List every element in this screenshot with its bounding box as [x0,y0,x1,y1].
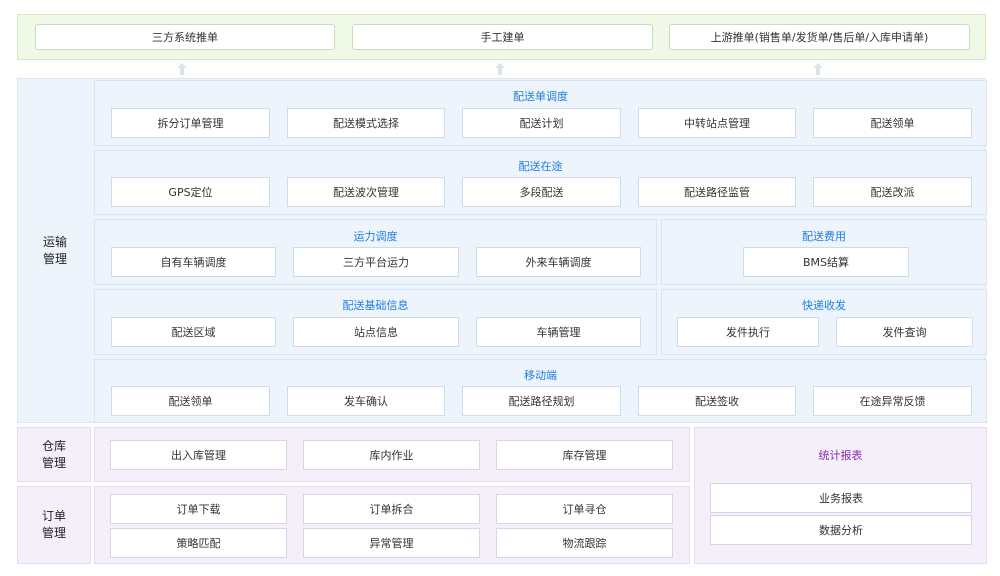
mobile-item[interactable]: 在途异常反馈 [813,386,972,416]
express-title: 快递收发 [802,299,846,312]
capacity-item[interactable]: 三方平台运力 [293,247,459,277]
stats-item[interactable]: 数据分析 [710,515,972,545]
fees-item[interactable]: BMS结算 [743,247,909,277]
basic-info-panel: 配送基础信息 配送区域 站点信息 车辆管理 [94,289,657,355]
dispatch-item[interactable]: 中转站点管理 [638,108,796,138]
source-manual[interactable]: 手工建单 [352,24,653,50]
warehouse-item[interactable]: 库内作业 [303,440,480,470]
capacity-title: 运力调度 [353,230,398,243]
in-transit-item[interactable]: 多段配送 [462,177,621,207]
order-label: 订单 管理 [41,509,66,540]
order-item[interactable]: 订单寻仓 [496,494,673,524]
order-item[interactable]: 订单下载 [110,494,287,524]
in-transit-item[interactable]: 配送波次管理 [287,177,445,207]
in-transit-item[interactable]: 配送路径监管 [638,177,796,207]
mobile-item[interactable]: 配送签收 [638,386,796,416]
in-transit-title: 配送在途 [518,160,563,173]
express-item[interactable]: 发件查询 [836,317,973,347]
basic-info-title: 配送基础信息 [342,299,409,312]
in-transit-item[interactable]: 配送改派 [813,177,972,207]
order-panel: 订单下载 订单拆合 订单寻仓 策略匹配 异常管理 物流跟踪 [94,486,690,564]
basic-info-item[interactable]: 车辆管理 [476,317,641,347]
arrow-up-icon [493,62,507,76]
capacity-panel: 运力调度 自有车辆调度 三方平台运力 外来车辆调度 [94,219,657,285]
express-item[interactable]: 发件执行 [677,317,819,347]
basic-info-item[interactable]: 站点信息 [293,317,459,347]
source-third-party[interactable]: 三方系统推单 [35,24,335,50]
dispatch-item[interactable]: 配送计划 [462,108,621,138]
arrow-up-icon [811,62,825,76]
source-bar: 三方系统推单 手工建单 上游推单(销售单/发货单/售后单/入库申请单) [17,14,986,60]
basic-info-item[interactable]: 配送区域 [111,317,276,347]
arrow-up-icon [175,62,189,76]
dispatch-item[interactable]: 拆分订单管理 [111,108,270,138]
dispatch-title: 配送单调度 [513,90,568,103]
capacity-item[interactable]: 外来车辆调度 [476,247,641,277]
stats-item[interactable]: 业务报表 [710,483,972,513]
stats-title: 统计报表 [818,449,863,462]
in-transit-item[interactable]: GPS定位 [111,177,270,207]
mobile-title: 移动端 [524,369,557,382]
warehouse-panel: 出入库管理 库内作业 库存管理 [94,427,690,482]
mobile-panel: 移动端 配送领单 发车确认 配送路径规划 配送签收 在途异常反馈 [94,359,987,423]
warehouse-label: 仓库 管理 [41,438,66,470]
order-item[interactable]: 订单拆合 [303,494,480,524]
warehouse-label-box: 仓库 管理 [17,427,91,482]
mobile-item[interactable]: 配送领单 [111,386,270,416]
order-item[interactable]: 策略匹配 [110,528,287,558]
order-label-box: 订单 管理 [17,486,91,564]
source-upstream[interactable]: 上游推单(销售单/发货单/售后单/入库申请单) [669,24,970,50]
dispatch-item[interactable]: 配送领单 [813,108,972,138]
stats-panel: 统计报表 业务报表 数据分析 [694,427,987,564]
order-item[interactable]: 物流跟踪 [496,528,673,558]
dispatch-panel: 配送单调度 拆分订单管理 配送模式选择 配送计划 中转站点管理 配送领单 [94,80,987,146]
dispatch-item[interactable]: 配送模式选择 [287,108,445,138]
capacity-item[interactable]: 自有车辆调度 [111,247,276,277]
transport-label: 运输 管理 [42,234,67,266]
fees-title: 配送费用 [802,230,846,243]
in-transit-panel: 配送在途 GPS定位 配送波次管理 多段配送 配送路径监管 配送改派 [94,150,987,215]
mobile-item[interactable]: 配送路径规划 [462,386,621,416]
order-item[interactable]: 异常管理 [303,528,480,558]
warehouse-item[interactable]: 库存管理 [496,440,673,470]
fees-panel: 配送费用 BMS结算 [661,219,987,285]
warehouse-item[interactable]: 出入库管理 [110,440,287,470]
express-panel: 快递收发 发件执行 发件查询 [661,289,987,355]
mobile-item[interactable]: 发车确认 [287,386,445,416]
